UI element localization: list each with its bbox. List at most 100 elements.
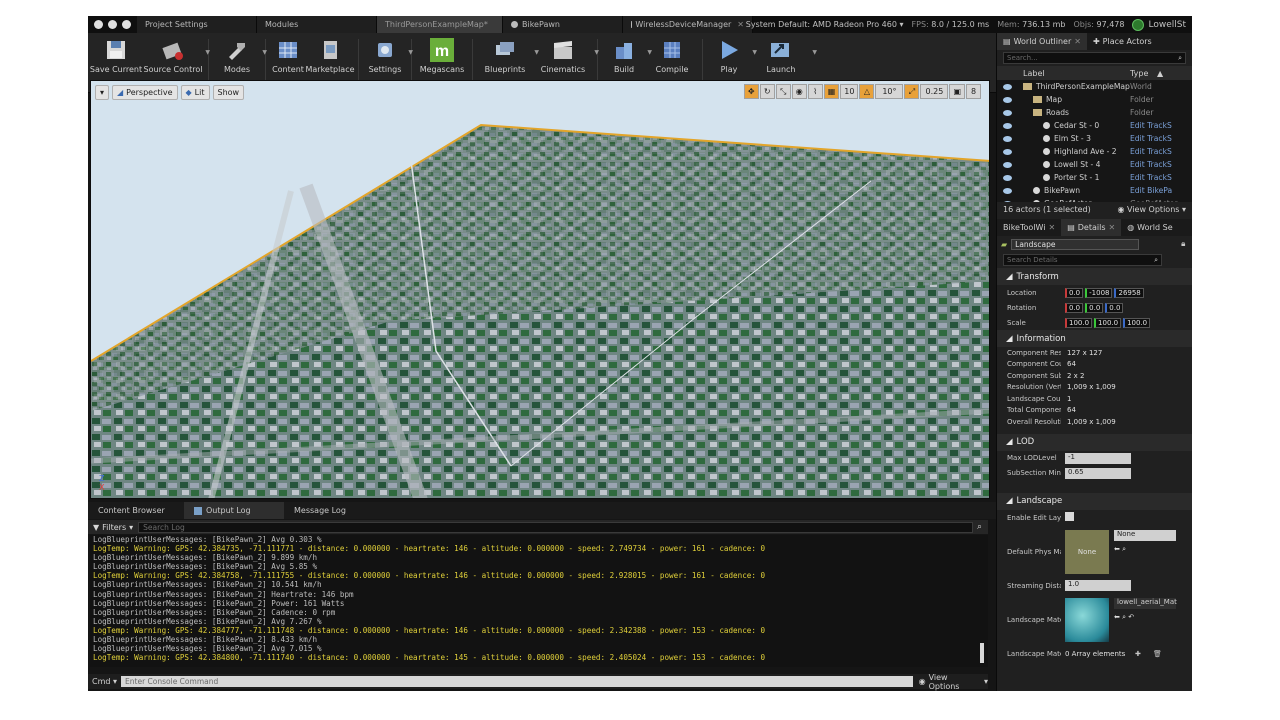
scale-y-input[interactable]: 100.0 (1094, 317, 1122, 328)
scale-tool-icon[interactable]: ⤡ (775, 84, 791, 99)
tab-bikepawn[interactable]: BikePawn (503, 16, 623, 33)
outliner-view-options-button[interactable]: ◉ View Options ▾ (1118, 205, 1187, 214)
minimize-window-button[interactable] (108, 20, 117, 29)
tab-project-settings[interactable]: Project Settings (137, 16, 257, 33)
object-name-input[interactable]: Landscape (1011, 238, 1140, 250)
location-x-input[interactable]: 0.0 (1065, 287, 1084, 298)
phys-material-thumbnail[interactable]: None (1065, 529, 1109, 574)
location-y-input[interactable]: -1008 (1085, 287, 1113, 298)
eye-icon[interactable] (1003, 187, 1012, 194)
user-badge[interactable]: LowellSt (1132, 18, 1186, 31)
landscape-material-select[interactable]: lowell_aerial_Mat (1114, 597, 1177, 609)
tab-world-outliner[interactable]: ▤ World Outliner ✕ (997, 33, 1087, 50)
rotation-z-input[interactable]: 0.0 (1105, 302, 1124, 313)
maximize-window-button[interactable] (122, 20, 131, 29)
outliner-row[interactable]: Highland Ave - 2 Edit TrackS (997, 145, 1192, 158)
lit-button[interactable]: ◆ Lit (180, 84, 210, 100)
scale-z-input[interactable]: 100.0 (1123, 317, 1151, 328)
outliner-row[interactable]: Map Folder (997, 93, 1192, 106)
scale-x-input[interactable]: 100.0 (1065, 317, 1093, 328)
streaming-distance-input[interactable]: 1.0 (1065, 580, 1131, 591)
viewport-options-button[interactable]: ▾ (95, 84, 110, 100)
rotate-tool-icon[interactable]: ↻ (759, 84, 775, 99)
enable-edit-layers-checkbox[interactable] (1065, 512, 1074, 521)
use-asset-icon[interactable]: ⬅ ⌕ (1114, 545, 1176, 554)
tab-message-log[interactable]: Message Log (284, 502, 384, 519)
tab-modules[interactable]: Modules (257, 16, 377, 33)
filters-button[interactable]: ▼ Filters ▾ (88, 523, 138, 532)
level-viewport[interactable]: ▾ ◢ Perspective ◆ Lit Show ✥ ↻ ⤡ ◉ ⌇ ▦ 10 … (90, 80, 990, 499)
eye-icon[interactable] (1003, 83, 1012, 90)
outliner-row-type[interactable]: Edit TrackS (1130, 121, 1178, 130)
outliner-row[interactable]: ThirdPersonExampleMap World (997, 80, 1192, 93)
camera-speed-icon[interactable]: ▣ (949, 84, 965, 99)
eye-icon[interactable] (1003, 135, 1012, 142)
cmd-select[interactable]: Cmd ▾ (88, 677, 121, 686)
log-view-options-button[interactable]: ◉ View Options ▾ (919, 673, 988, 691)
outliner-row-type[interactable]: Edit TrackS (1130, 134, 1178, 143)
location-z-input[interactable]: 26958 (1114, 287, 1144, 298)
close-window-button[interactable] (94, 20, 103, 29)
show-button[interactable]: Show (212, 84, 245, 100)
landscape-material-thumbnail[interactable] (1065, 597, 1109, 642)
rotation-y-input[interactable]: 0.0 (1085, 302, 1104, 313)
scale-snap-value[interactable]: 0.25 (920, 84, 949, 99)
grid-snap-icon[interactable]: ▦ (823, 84, 840, 99)
transform-section[interactable]: ◢ Transform (997, 268, 1192, 285)
rotation-x-input[interactable]: 0.0 (1065, 302, 1084, 313)
eye-icon[interactable] (1003, 96, 1012, 103)
outliner-row-type[interactable]: Edit BikePa (1130, 186, 1178, 195)
scale-snap-icon[interactable]: ⤢ (904, 84, 920, 99)
surface-snap-icon[interactable]: ⌇ (807, 84, 823, 99)
lod-section[interactable]: ◢ LOD (997, 433, 1192, 451)
tab-details[interactable]: ▤ Details ✕ (1061, 219, 1122, 236)
tab-output-log[interactable]: Output Log (184, 502, 284, 519)
use-asset-icon[interactable]: ⬅ ⌕ ↶ (1114, 613, 1176, 622)
tab-level-map[interactable]: ThirdPersonExampleMap* (377, 16, 503, 33)
world-local-icon[interactable]: ◉ (791, 84, 807, 99)
log-search-input[interactable]: Search Log (138, 521, 973, 533)
angle-snap-icon[interactable]: △ (859, 84, 875, 99)
angle-snap-value[interactable]: 10° (875, 84, 904, 99)
lock-icon[interactable]: 🔒︎ (1181, 239, 1185, 249)
subsection-input[interactable]: 0.65 (1065, 467, 1131, 479)
outliner-row[interactable]: Elm St - 3 Edit TrackS (997, 132, 1192, 145)
add-element-icon[interactable]: ✚ (1135, 650, 1141, 658)
output-log[interactable]: LogBlueprintUserMessages: [BikePawn_2] A… (90, 535, 988, 667)
camera-speed-value[interactable]: 8 (966, 84, 981, 99)
outliner-row-type[interactable]: Edit TrackS (1130, 147, 1178, 156)
outliner-search-input[interactable]: Search... ⌕ (1003, 52, 1186, 64)
tab-wireless-device-manager[interactable]: WirelessDeviceManager ✕ (623, 16, 753, 33)
eye-icon[interactable] (1003, 174, 1012, 181)
phys-material-select[interactable]: None (1114, 529, 1176, 541)
close-tab-icon[interactable]: ✕ (1048, 223, 1055, 232)
landscape-section[interactable]: ◢ Landscape (997, 492, 1192, 510)
console-command-input[interactable]: Enter Console Command (121, 676, 913, 687)
eye-icon[interactable] (1003, 148, 1012, 155)
outliner-list[interactable]: ThirdPersonExampleMap World Map Folder Roads… (997, 80, 1192, 202)
grid-snap-value[interactable]: 10 (840, 84, 859, 99)
outliner-row[interactable]: Roads Folder (997, 106, 1192, 119)
close-tab-icon[interactable]: ✕ (737, 20, 744, 29)
tab-content-browser[interactable]: Content Browser (88, 502, 184, 519)
eye-icon[interactable] (1003, 200, 1012, 202)
tab-bike-tool-widget[interactable]: BikeToolWi ✕ (997, 219, 1061, 236)
close-tab-icon[interactable]: ✕ (1074, 37, 1081, 46)
eye-icon[interactable] (1003, 109, 1012, 116)
gpu-select[interactable]: System Default: AMD Radeon Pro 460 ▾ (746, 20, 904, 29)
tab-place-actors[interactable]: ✚ Place Actors (1087, 33, 1158, 50)
trash-icon[interactable]: 🗑︎ (1153, 650, 1162, 658)
outliner-row[interactable]: GeoRefActor GeoRefActor (997, 197, 1192, 202)
perspective-button[interactable]: ◢ Perspective (112, 84, 178, 100)
outliner-row[interactable]: Lowell St - 4 Edit TrackS (997, 158, 1192, 171)
outliner-row-type[interactable]: Edit TrackS (1130, 160, 1178, 169)
information-section[interactable]: ◢ Information (997, 330, 1192, 347)
col-type-header[interactable]: Type (1130, 69, 1148, 78)
eye-icon[interactable] (1003, 161, 1012, 168)
col-label-header[interactable]: Label (1023, 69, 1045, 78)
outliner-row[interactable]: Porter St - 1 Edit TrackS (997, 171, 1192, 184)
close-tab-icon[interactable]: ✕ (1108, 223, 1115, 232)
details-search-input[interactable]: Search Details ⌕ (1003, 254, 1162, 266)
max-lod-input[interactable]: -1 (1065, 452, 1131, 464)
log-scrollbar[interactable] (980, 643, 984, 663)
